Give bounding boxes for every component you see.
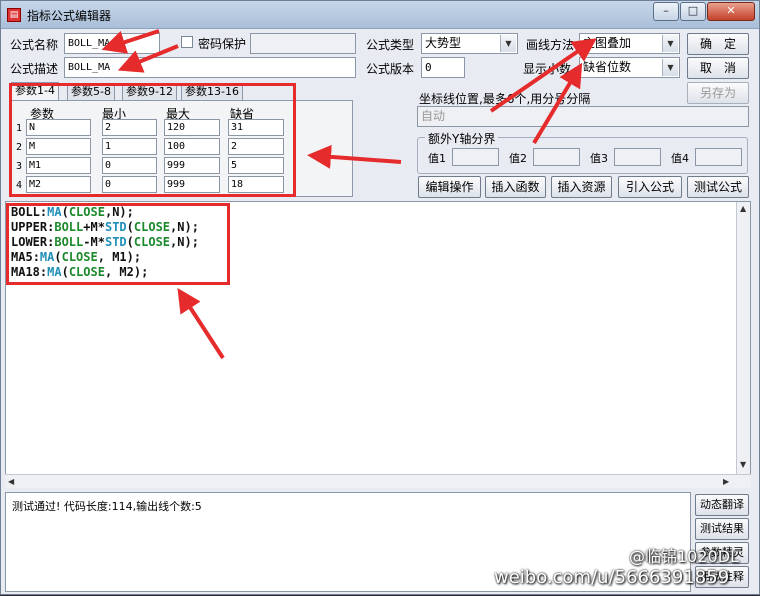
arrow-to-desc [117, 44, 179, 73]
arrow-to-params [307, 144, 402, 169]
arrow-to-name [101, 29, 160, 54]
arrow-to-code [177, 287, 225, 360]
annotation-arrows [101, 29, 597, 360]
formula-editor-window: ▤ 指标公式编辑器 – □ ✕ 公式名称 BOLL_MA 密码保护 公式类型 大… [0, 0, 760, 595]
arrow-to-decimals [532, 62, 583, 145]
